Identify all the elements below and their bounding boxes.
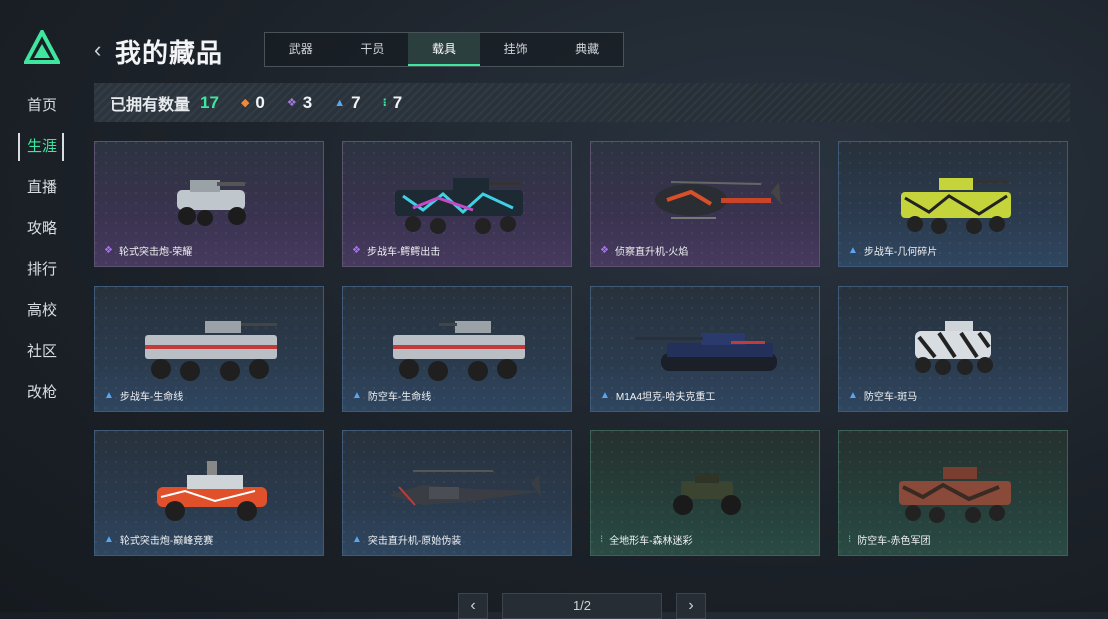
purple-diamond-icon: ❖ [286, 97, 297, 109]
green-dots-icon: ⁝ [848, 534, 852, 545]
owned-label: 已拥有数量 [110, 96, 191, 114]
vehicle-card[interactable]: ⁝ 防空车-赤色军团 [838, 430, 1068, 556]
vehicle-card[interactable]: ⁝ 全地形车-森林迷彩 [590, 430, 820, 556]
rarity-orange-count: ◆ 0 [240, 92, 265, 112]
back-chevron-left-icon[interactable]: ‹ [94, 39, 108, 61]
tab-vehicles[interactable]: 载具 [408, 33, 480, 66]
card-name: 全地形车-森林迷彩 [609, 536, 693, 547]
card-name: 侦察直升机-火焰 [614, 247, 689, 258]
blue-triangle-icon: ▲ [600, 390, 610, 401]
vehicle-card[interactable]: ▲ 步战车-几何碎片 [838, 141, 1068, 267]
purple-diamond-icon: ❖ [104, 245, 113, 256]
prev-page-chevron-left-icon[interactable]: ‹ [458, 593, 488, 619]
card-name: 轮式突击炮-荣耀 [118, 247, 193, 258]
green-dots-icon: ⁝ [600, 534, 604, 545]
card-name: 轮式突击炮-巅峰竞赛 [119, 536, 214, 547]
card-name: M1A4坦克-哈夫克重工 [615, 392, 716, 403]
card-name: 步战车-生命线 [119, 392, 184, 403]
vehicle-card[interactable]: ▲ 步战车-生命线 [94, 286, 324, 412]
sidebar-item-home[interactable]: 首页 [14, 92, 70, 133]
vehicle-card[interactable]: ▲ 突击直升机-原始伪装 [342, 430, 572, 556]
card-name: 防空车-生命线 [367, 392, 432, 403]
vehicle-card[interactable]: ❖ 轮式突击炮-荣耀 [94, 141, 324, 267]
card-name: 步战车-鳄鳄出击 [366, 247, 441, 258]
tab-operators[interactable]: 干员 [337, 33, 409, 66]
vehicle-card[interactable]: ❖ 步战车-鳄鳄出击 [342, 141, 572, 267]
sidebar-item-gunsmith[interactable]: 改枪 [14, 379, 70, 420]
card-name: 步战车-几何碎片 [863, 247, 938, 258]
page-indicator: 1/2 [502, 593, 662, 619]
sidebar-item-community[interactable]: 社区 [14, 338, 70, 379]
sidebar-item-live[interactable]: 直播 [14, 174, 70, 215]
sidebar-nav: 首页 生涯 直播 攻略 排行 高校 社区 改枪 [14, 92, 70, 420]
rarity-blue-count: ▲ 7 [334, 92, 361, 112]
page-title: 我的藏品 [115, 38, 224, 68]
blue-triangle-icon: ▲ [104, 390, 114, 401]
purple-diamond-icon: ❖ [352, 245, 361, 256]
vehicle-card[interactable]: ▲ 轮式突击炮-巅峰竞赛 [94, 430, 324, 556]
blue-triangle-icon: ▲ [104, 534, 114, 545]
tab-weapons[interactable]: 武器 [265, 33, 337, 66]
tab-charms[interactable]: 挂饰 [480, 33, 552, 66]
vehicle-card[interactable]: ▲ M1A4坦克-哈夫克重工 [590, 286, 820, 412]
vehicle-card[interactable]: ▲ 防空车-生命线 [342, 286, 572, 412]
sidebar-item-career[interactable]: 生涯 [14, 133, 70, 174]
category-tabs: 武器 干员 载具 挂饰 典藏 [264, 32, 624, 67]
owned-count: 17 [200, 92, 219, 112]
sidebar-item-college[interactable]: 高校 [14, 297, 70, 338]
tab-collection[interactable]: 典藏 [551, 33, 623, 66]
green-dots-icon: ⁝ [382, 97, 387, 109]
blue-triangle-icon: ▲ [352, 534, 362, 545]
purple-diamond-icon: ❖ [600, 245, 609, 256]
card-name: 防空车-赤色军团 [857, 536, 931, 547]
owned-stats-bar: 已拥有数量 17 ◆ 0 ❖ 3 ▲ 7 ⁝ 7 [94, 83, 1070, 122]
vehicle-card[interactable]: ❖ 侦察直升机-火焰 [590, 141, 820, 267]
sidebar-item-rankings[interactable]: 排行 [14, 256, 70, 297]
blue-triangle-icon: ▲ [334, 96, 346, 109]
blue-triangle-icon: ▲ [352, 390, 362, 401]
sidebar-item-guides[interactable]: 攻略 [14, 215, 70, 256]
orange-diamond-icon: ◆ [240, 97, 250, 109]
next-page-chevron-right-icon[interactable]: › [676, 593, 706, 619]
card-name: 突击直升机-原始伪装 [367, 536, 462, 547]
blue-triangle-icon: ▲ [848, 245, 858, 256]
blue-triangle-icon: ▲ [848, 390, 858, 401]
rarity-purple-count: ❖ 3 [286, 92, 313, 112]
vehicle-card[interactable]: ▲ 防空车-斑马 [838, 286, 1068, 412]
app-logo-icon[interactable] [24, 30, 60, 64]
card-name: 防空车-斑马 [863, 392, 918, 403]
rarity-green-count: ⁝ 7 [382, 92, 403, 112]
